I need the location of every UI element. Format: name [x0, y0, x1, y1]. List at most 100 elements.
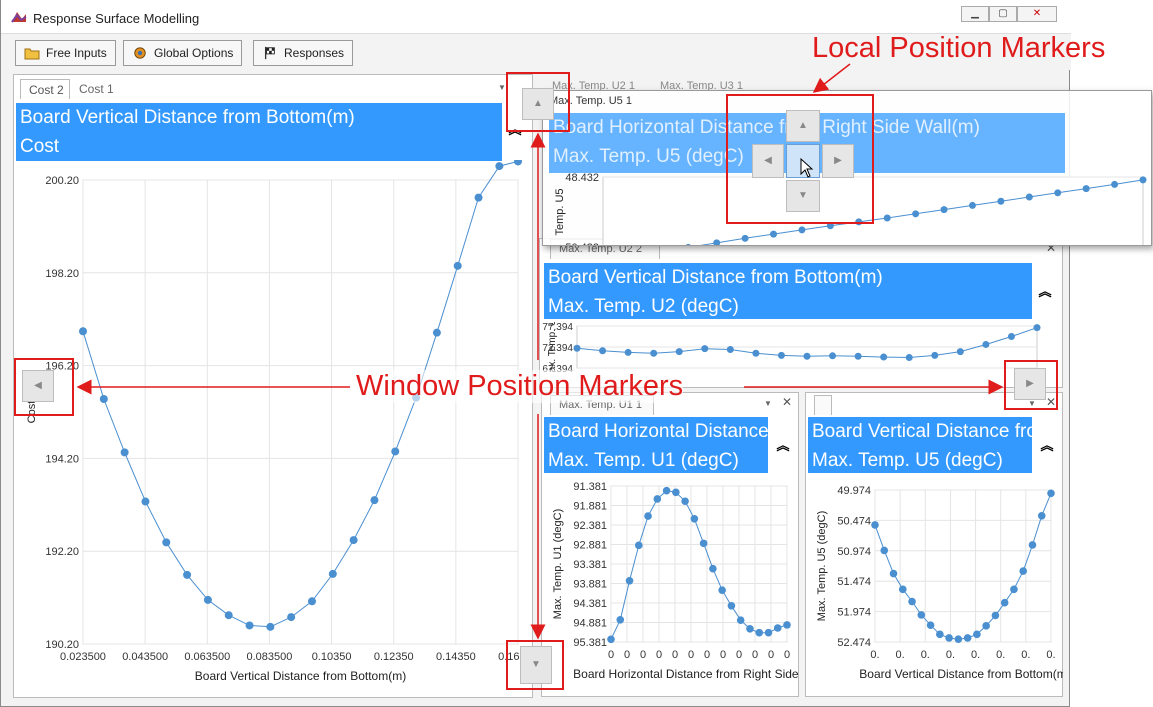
free-inputs-label: Free Inputs [46, 46, 107, 60]
data-point [607, 635, 615, 644]
data-point [690, 514, 699, 523]
x-tick-label: 0 [784, 649, 790, 661]
data-point [675, 348, 683, 356]
u1-close-icon[interactable]: ✕ [782, 395, 792, 409]
x-tick-label: 0 [736, 649, 742, 661]
u5-header-line2: Max. Temp. U5 (degC) [812, 450, 1003, 471]
data-point [770, 230, 778, 238]
y-tick-label: 91.381 [573, 481, 607, 493]
x-tick-label: 0.10350 [312, 651, 352, 663]
data-point [798, 226, 806, 234]
local-position-markers-label: Local Position Markers [812, 32, 1106, 64]
title-bar[interactable]: Response Surface Modelling ▁ ▢ ✕ [1, 0, 1071, 34]
data-point [803, 352, 811, 360]
u1-pane-header: Board Horizontal Distance from Right Sid… [544, 417, 768, 473]
data-point [681, 497, 689, 506]
data-point [718, 586, 726, 594]
folder-icon [24, 48, 40, 60]
data-point [764, 628, 773, 637]
tab-dropdown-icon[interactable]: ▼ [498, 83, 506, 92]
y-tick-label: 48.432 [565, 173, 599, 184]
data-point [307, 597, 316, 606]
tab-cost-1-label: Cost 1 [79, 82, 114, 96]
x-tick-label: 0. [946, 649, 955, 661]
u5-chart: 52.474 51.974 51.474 50.974 50.474 49.974 0. 0.… [816, 485, 1063, 681]
data-point [1037, 511, 1046, 520]
data-point [672, 488, 680, 497]
x-tick-label: 0.043500 [122, 651, 168, 663]
data-point [997, 197, 1005, 205]
annotation-box-window-top [506, 72, 570, 132]
data-point [1033, 324, 1041, 332]
y-axis-label: Temp. U5 [554, 188, 566, 235]
plot-area [82, 179, 519, 645]
y-axis-label: Max. Temp. U5 (degC) [816, 511, 828, 621]
u2-collapse-chevron-icon[interactable]: ︽ [1034, 281, 1056, 301]
app-icon [11, 12, 27, 23]
data-point [954, 635, 963, 644]
y-tick-label: 92.381 [573, 520, 607, 532]
tab-u5-empty[interactable] [814, 395, 832, 415]
responses-button[interactable]: Responses [253, 40, 354, 66]
y-tick-label: 51.474 [837, 576, 871, 588]
u1-collapse-chevron-icon[interactable]: ︽ [772, 435, 794, 455]
tab-cost-2[interactable]: Cost 2 [20, 79, 70, 99]
y-tick-label: 93.381 [573, 559, 607, 571]
data-point [203, 595, 212, 604]
y-tick-label: 194.20 [45, 453, 79, 465]
free-inputs-button[interactable]: Free Inputs [15, 40, 116, 66]
data-point [79, 327, 87, 336]
data-point [982, 622, 990, 630]
checkered-flag-icon [264, 46, 275, 60]
data-point [1010, 585, 1018, 594]
y-tick-label: 200.20 [45, 175, 79, 187]
data-point [752, 349, 760, 357]
x-axis-label: Board Vertical Distance from Bottom(m [859, 667, 1063, 681]
data-point [931, 351, 939, 359]
x-tick-label: 0. [896, 649, 905, 661]
minimize-button[interactable]: ▁ [961, 6, 989, 22]
y-tick-label: 50.974 [837, 546, 871, 558]
data-point [726, 345, 734, 353]
data-point [854, 352, 862, 360]
tab-cost-1[interactable]: Cost 1 [71, 79, 131, 99]
x-tick-label: 0 [768, 649, 774, 661]
u5-collapse-chevron-icon[interactable]: ︽ [1036, 435, 1058, 455]
data-point [624, 348, 632, 356]
u1-header-line2: Max. Temp. U1 (degC) [548, 450, 739, 471]
y-axis-label: Max. Temp. U2 [547, 322, 558, 372]
data-point [917, 611, 926, 619]
data-point [783, 621, 791, 629]
maximize-button[interactable]: ▢ [989, 6, 1017, 22]
annotation-box-window-left [14, 358, 74, 416]
u1-dropdown-icon[interactable]: ▼ [764, 399, 772, 408]
x-tick-label: 0.063500 [184, 651, 230, 663]
y-tick-label: 95.381 [573, 637, 607, 649]
data-point [391, 447, 400, 456]
data-point [453, 261, 462, 270]
close-button[interactable]: ✕ [1017, 6, 1057, 22]
data-point [880, 546, 889, 555]
data-point [662, 486, 671, 495]
x-tick-label: 0 [752, 649, 758, 661]
data-point [940, 206, 948, 214]
y-tick-label: 94.381 [573, 598, 607, 610]
y-tick-label: 190.20 [45, 639, 79, 651]
x-tick-label: 0. [971, 649, 980, 661]
data-point [120, 448, 129, 457]
x-tick-label: 0. [870, 649, 879, 661]
data-point [99, 395, 108, 404]
data-point [963, 634, 972, 642]
global-options-button[interactable]: Global Options [123, 40, 243, 66]
u2-header-line1: Board Vertical Distance from Bottom(m) [548, 267, 883, 288]
data-point [991, 611, 1000, 620]
y-tick-label: 51.974 [837, 607, 871, 619]
data-point [1007, 332, 1015, 340]
data-point [926, 621, 935, 630]
global-options-label: Global Options [154, 46, 234, 60]
y-tick-label: 192.20 [45, 546, 79, 558]
data-point [183, 570, 192, 579]
cost-chart: 190.20192.20194.20196.20198.20200.200.02… [26, 160, 533, 683]
data-point [736, 616, 745, 624]
x-tick-label: 0 [624, 649, 630, 661]
